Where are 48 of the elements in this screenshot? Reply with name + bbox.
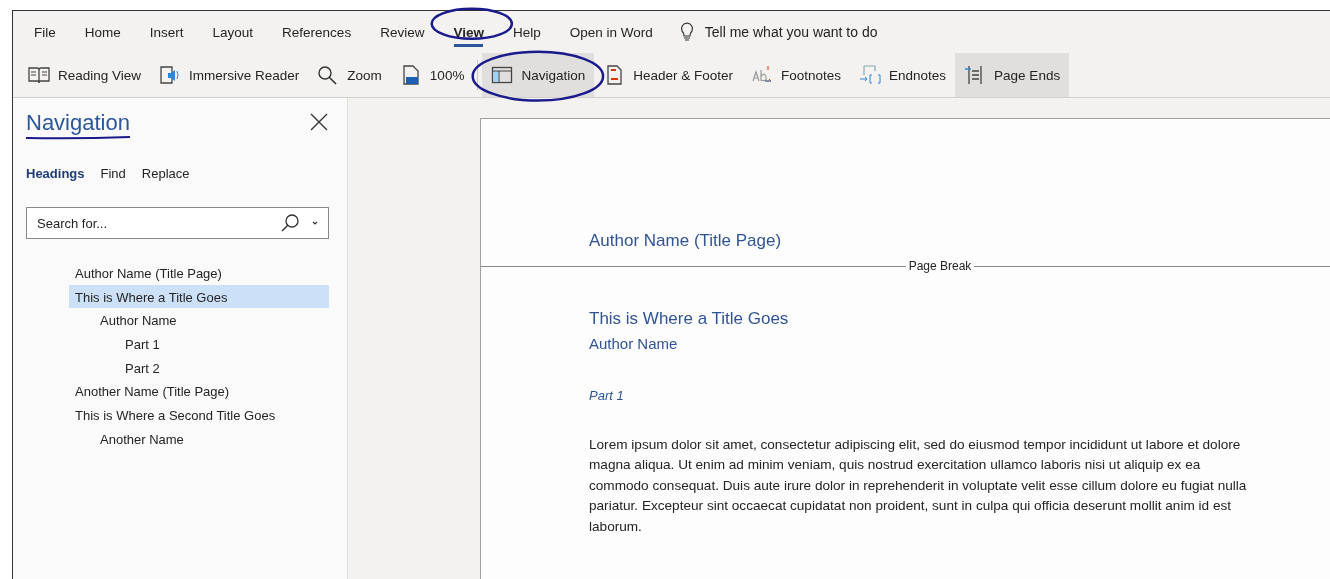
toolbar-button[interactable]: Immersive Reader (150, 53, 309, 97)
document-heading: Part 1 (589, 388, 625, 403)
pane-tab[interactable]: Headings (26, 166, 85, 181)
lightbulb-icon (678, 22, 695, 42)
toolbar-button[interactable]: Footnotes (742, 53, 851, 97)
menu-tab[interactable]: Review (369, 11, 436, 53)
search-field[interactable]: Search for... (26, 207, 329, 239)
menu-tab[interactable]: References (271, 11, 363, 53)
footnote-icon (751, 65, 773, 85)
heading-item[interactable]: Author Name (Title Page) (69, 261, 329, 285)
menu-tab[interactable]: Insert (138, 11, 195, 53)
close-icon[interactable] (309, 112, 329, 132)
search-icon[interactable] (280, 213, 300, 233)
chevron-down-icon[interactable] (310, 219, 320, 227)
document-title: This is Where a Title Goes (589, 309, 790, 329)
pane-tab[interactable]: Replace (141, 166, 190, 181)
heading-item[interactable]: Part 2 (119, 355, 329, 380)
toolbar-button[interactable]: 100% (390, 53, 474, 97)
toolbar-button[interactable]: Page Ends (955, 53, 1070, 97)
menu-tab[interactable]: Open in Word (558, 11, 664, 53)
menu-tab[interactable]: Home (73, 11, 132, 53)
title-page-heading: Author Name (Title Page) (588, 231, 783, 251)
pane-title: Navigation (26, 110, 130, 136)
endnote-icon (859, 65, 882, 85)
toolbar-button[interactable]: Reading View (19, 53, 151, 97)
toolbar-button[interactable]: Endnotes (850, 53, 956, 97)
heading-item[interactable]: Part 1 (119, 332, 329, 356)
tell-me-field[interactable]: Tell me what you want to do (704, 24, 878, 40)
toolbar-button[interactable]: Zoom (308, 53, 391, 97)
reader-icon (159, 65, 182, 85)
toolbar-button[interactable]: Header & Footer (594, 53, 742, 97)
menu-tab[interactable]: File (23, 11, 67, 53)
search-input[interactable]: Search for... (35, 214, 280, 232)
pane-icon (491, 65, 514, 85)
menu-tab[interactable]: View (442, 11, 495, 53)
heading-item[interactable]: Another Name (Title Page) (69, 379, 329, 404)
heading-item[interactable]: Another Name (94, 426, 329, 451)
pane-tab[interactable]: Find (100, 166, 126, 181)
body-paragraph: Lorem ipsum dolor sit amet, consectetur adipiscing elit, sed do eiusmod tempor incididunt ut labore et dolore magna aliqua. Ut enim ad minim veniam, quis nostrud exercitation ullamco laboris nisi ut aliquip ex ea commodo consequat. Duis aute irure dolor in reprehenderit in voluptate velit esse cillum dolore eu fugiat nulla pariatur. Excepteur sint occaecat cupidatat non proident, sunt in culpa qui officia deserunt mollit anim id est laborum. (589, 436, 1248, 536)
toolbar-button[interactable]: Navigation (482, 53, 595, 97)
menu-tab[interactable]: Layout (201, 11, 265, 53)
book-icon (28, 65, 50, 85)
document-subtitle: Author Name (589, 335, 679, 352)
menu-tab[interactable]: Help (501, 11, 552, 53)
heading-item[interactable]: This is Where a Title Goes (69, 284, 329, 309)
heading-item[interactable]: Author Name (94, 308, 329, 333)
page-break-label: Page Break (907, 259, 973, 273)
heading-item[interactable]: This is Where a Second Title Goes (69, 403, 329, 427)
